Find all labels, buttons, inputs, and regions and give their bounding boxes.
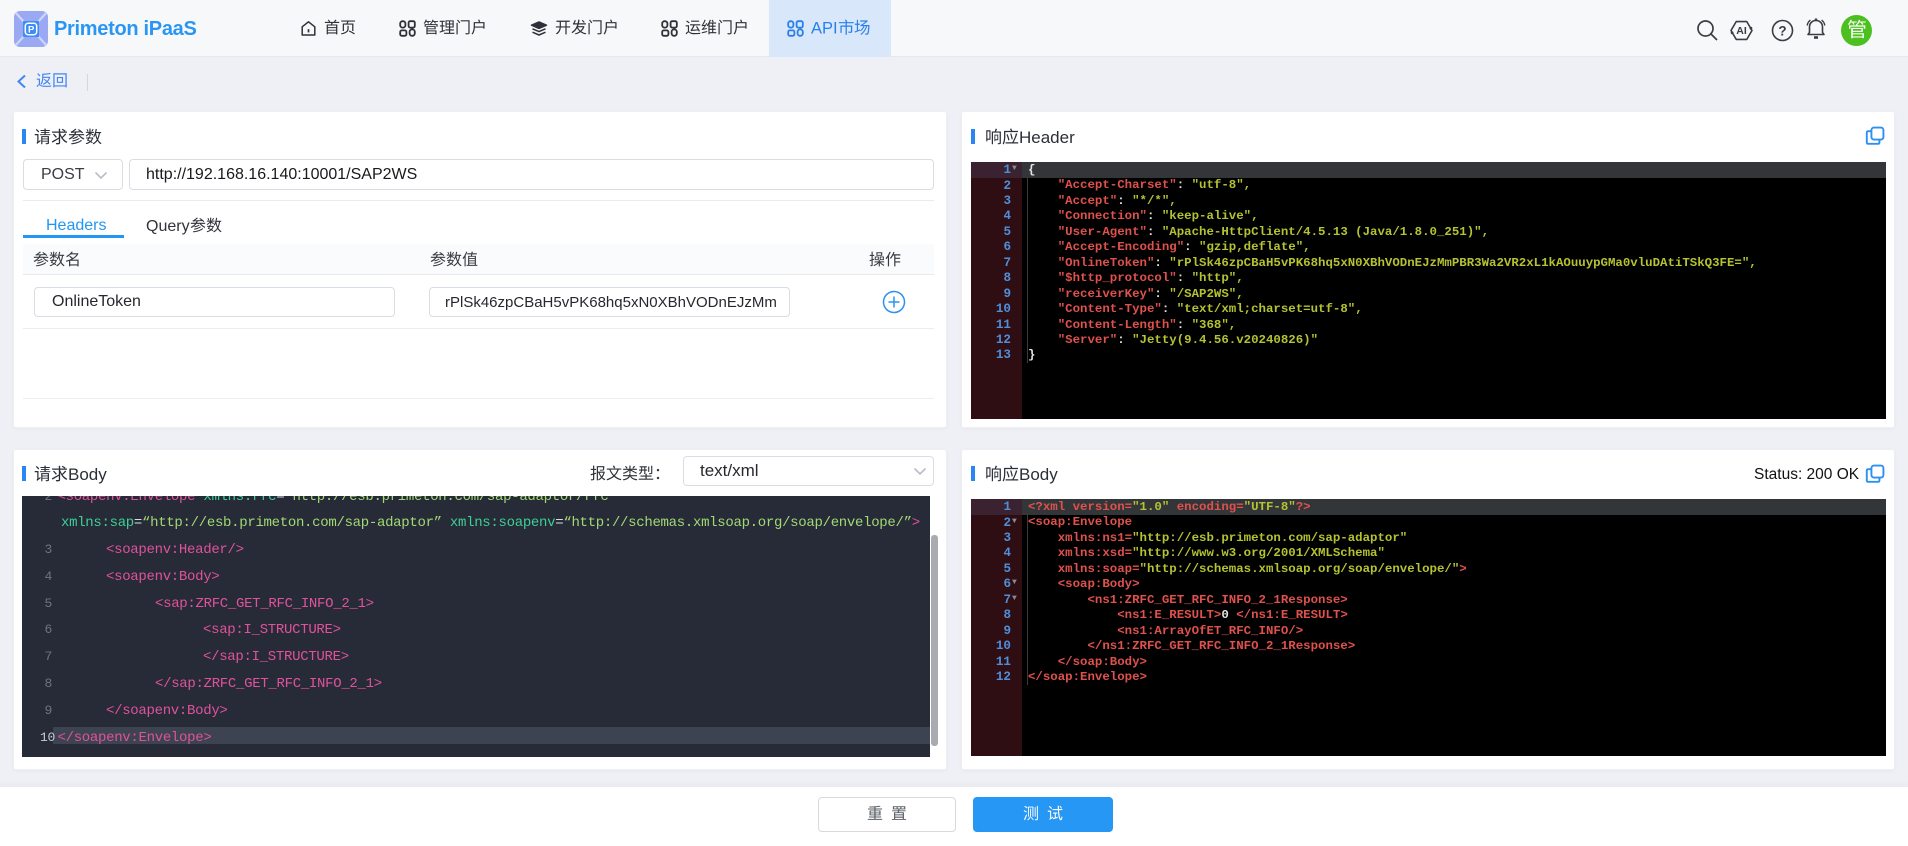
svg-text:AI: AI [1736, 25, 1747, 37]
svg-text:?: ? [1778, 23, 1786, 38]
svg-text:P: P [28, 25, 35, 36]
